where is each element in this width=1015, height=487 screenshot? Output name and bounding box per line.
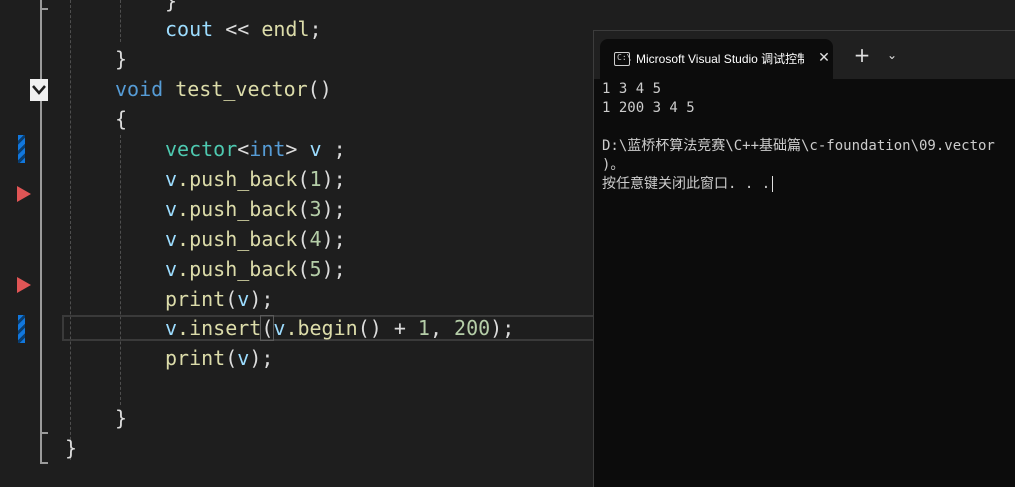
indent-guide: [120, 135, 121, 405]
code-line-push-back-4: v.push_back(4);: [165, 227, 346, 251]
console-output-line: )。: [602, 157, 625, 173]
console-tab[interactable]: C:\ Microsoft Visual Studio 调试控制台 ✕: [600, 39, 833, 79]
code-line-function-signature: void test_vector(): [115, 77, 332, 101]
new-tab-button[interactable]: +: [852, 45, 872, 65]
close-tab-button[interactable]: ✕: [814, 48, 834, 68]
console-tab-title: Microsoft Visual Studio 调试控制台: [636, 52, 804, 66]
code-line-push-back-5: v.push_back(5);: [165, 257, 346, 281]
console-output-line: 1 3 4 5: [602, 81, 662, 97]
outline-margin-tick: [40, 462, 48, 464]
console-prompt-line: 按任意键关闭此窗口. . .: [602, 175, 1015, 194]
code-line-insert: v.insert(v.begin() + 1, 200);: [165, 315, 515, 341]
console-tab-bar: C:\ Microsoft Visual Studio 调试控制台 ✕ + ⌄: [594, 31, 1015, 79]
code-line-close-outer: }: [65, 436, 78, 460]
change-marker: [18, 135, 25, 163]
console-prompt-text: 按任意键关闭此窗口. . .: [602, 176, 771, 192]
text-cursor: [772, 176, 774, 192]
console-output-line: D:\蓝桥杯算法竞赛\C++基础篇\c-foundation\09.vector: [602, 138, 995, 154]
code-line-print-2: print(v);: [165, 346, 274, 370]
code-line-open-brace: {: [115, 107, 128, 131]
code-line-vector-declaration: vector<int> v ;: [165, 137, 346, 161]
console-output-line: 1 200 3 4 5: [602, 100, 695, 116]
code-line-push-back-3: v.push_back(3);: [165, 197, 346, 221]
code-line-close-inner: }: [115, 406, 128, 430]
outline-margin-line: [40, 0, 42, 462]
indent-guide: [120, 0, 121, 42]
code-line-close-fn: }: [115, 47, 128, 71]
breakpoint-arrow-icon[interactable]: [17, 277, 31, 293]
code-line-cout: cout << endl;: [165, 17, 322, 41]
indent-guide: [70, 0, 71, 460]
terminal-icon: C:\: [614, 52, 631, 66]
change-marker: [18, 315, 25, 343]
code-line-print-1: print(v);: [165, 287, 274, 311]
console-output[interactable]: 1 3 4 5 1 200 3 4 5 D:\蓝桥杯算法竞赛\C++基础篇\c-…: [602, 80, 1015, 194]
breakpoint-arrow-icon[interactable]: [17, 186, 31, 202]
tab-dropdown-button[interactable]: ⌄: [882, 45, 902, 65]
debug-console-window[interactable]: C:\ Microsoft Visual Studio 调试控制台 ✕ + ⌄ …: [593, 30, 1015, 487]
outline-margin-tick: [40, 432, 48, 434]
outline-margin-tick: [40, 8, 48, 10]
code-line-push-back-1: v.push_back(1);: [165, 167, 346, 191]
collapse-toggle-icon[interactable]: [30, 79, 48, 101]
